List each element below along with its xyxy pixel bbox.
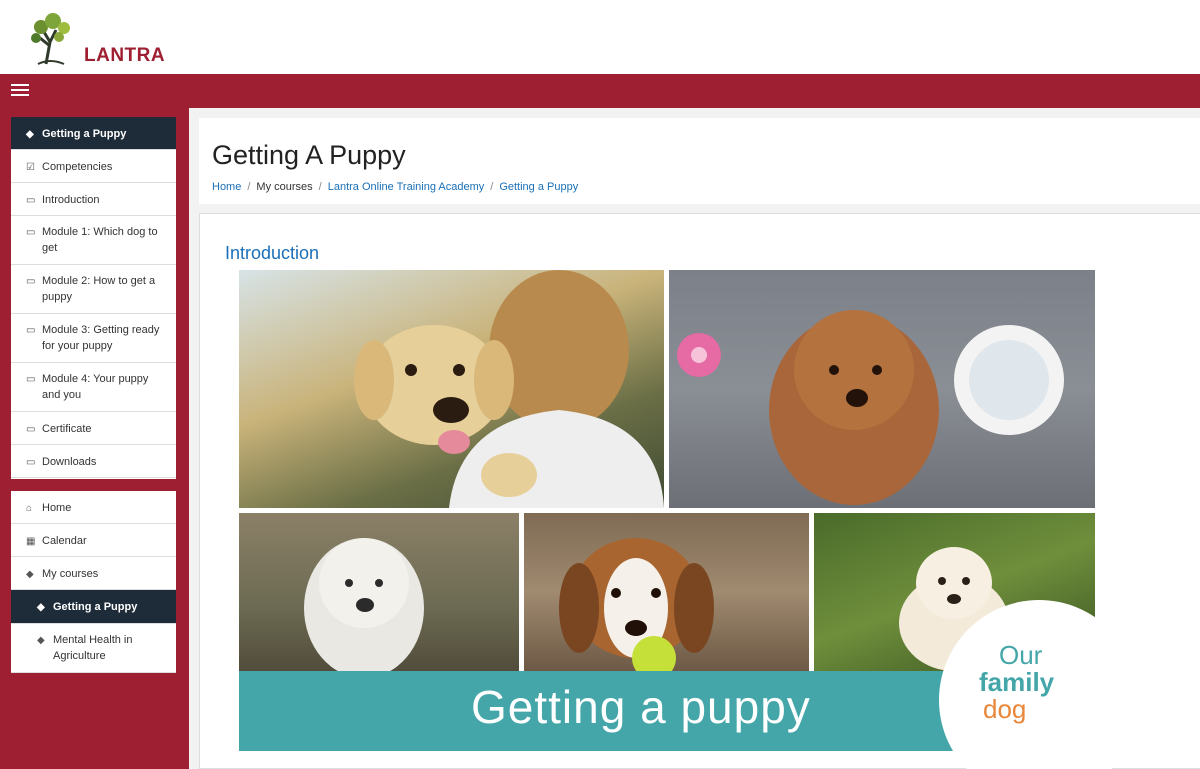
sidebar-item-calendar[interactable]: ▦ Calendar [11,524,176,557]
sidebar-item-label: My courses [42,568,99,580]
section-title: Introduction [225,243,320,263]
sidebar-item-my-courses[interactable]: ◆ My courses [11,557,176,590]
sidebar-item-label: Downloads [42,456,97,468]
calendar-icon: ▦ [26,536,36,547]
sidebar-item-label: Competencies [42,161,113,173]
sidebar-item-label: Getting a Puppy [53,601,138,613]
folder-icon: ▭ [26,457,36,468]
site-header: LANTRA [0,0,1200,74]
sidebar-item-label: Module 4: Your puppy and you [42,373,149,401]
course-navigation-block: ◆ Getting a Puppy ☑ Competencies ▭ Introducti… [11,117,176,479]
sidebar-item-competencies[interactable]: ☑ Competencies [11,150,176,183]
content-card: Introduction Getting a puppy Our family … [199,213,1200,769]
sidebar-item-introduction[interactable]: ▭ Introduction [11,183,176,216]
sidebar-item-downloads[interactable]: ▭ Downloads [11,445,176,478]
sidebar-item-label: Module 1: Which dog to get [42,226,158,254]
sidebar-item-label: Getting a Puppy [42,128,127,140]
folder-icon: ▭ [26,424,36,435]
folder-icon: ▭ [26,195,36,206]
folder-icon: ▭ [26,276,36,287]
folder-icon: ▭ [26,325,36,336]
sidebar-item-label: Certificate [42,423,92,435]
sidebar-item-module-1-which-dog-to-get[interactable]: ▭ Module 1: Which dog to get [11,216,176,265]
breadcrumb: Home / My courses / Lantra Online Traini… [212,181,578,193]
breadcrumb-course[interactable]: Getting a Puppy [499,181,578,193]
page-title: Getting A Puppy [212,140,406,170]
main-region: Getting A Puppy Home / My courses / Lant… [189,108,1200,769]
sidebar-item-home[interactable]: ⌂ Home [11,491,176,524]
breadcrumb-my-courses: My courses [256,181,313,193]
sidebar-item-label: Calendar [42,535,87,547]
site-navigation-block: ⌂ Home ▦ Calendar ◆ My courses ◆ Getting a Pupp… [11,491,176,673]
photo-beagle-puppy [524,513,809,671]
graduation-cap-icon: ◆ [37,635,45,646]
sidebar-item-module-4-your-puppy-and-you[interactable]: ▭ Module 4: Your puppy and you [11,363,176,412]
breadcrumb-separator: / [247,181,251,193]
folder-icon: ▭ [26,374,36,385]
sidebar-item-label: Home [42,502,72,514]
breadcrumb-home[interactable]: Home [212,181,241,193]
folder-icon: ▭ [26,227,36,238]
photo-brown-doodle [669,270,1095,508]
hamburger-icon[interactable] [11,81,31,101]
sidebar-item-certificate[interactable]: ▭ Certificate [11,412,176,445]
sidebar-item-module-3-getting-ready-for-your-puppy[interactable]: ▭ Module 3: Getting ready for your puppy [11,314,176,363]
sidebar-item-module-2-how-to-get-a-puppy[interactable]: ▭ Module 2: How to get a puppy [11,265,176,314]
photo-white-doodle [239,513,519,671]
sidebar-item-label: Module 3: Getting ready for your puppy [42,324,160,352]
graduation-cap-icon: ◆ [26,129,34,140]
tree-icon [31,13,70,65]
sidebar-item-mental-health-in-agriculture[interactable]: ◆ Mental Health in Agriculture [11,624,176,673]
sidebar: ◆ Getting a Puppy ☑ Competencies ▭ Introducti… [0,108,189,769]
sidebar-item-getting-a-puppy[interactable]: ◆ Getting a Puppy [11,117,176,150]
home-icon: ⌂ [26,503,33,514]
checkbox-icon: ☑ [26,162,35,173]
graduation-cap-icon: ◆ [26,569,34,580]
sidebar-item-label: Introduction [42,194,100,206]
photo-puppy-with-child [239,270,664,508]
sidebar-item-label: Mental Health in Agriculture [53,634,133,662]
sidebar-item-label: Module 2: How to get a puppy [42,275,156,303]
course-banner-image: Getting a puppy Our family dog [239,270,1139,769]
lantra-logo[interactable]: LANTRA [24,8,165,66]
top-navbar [0,74,1200,108]
logo-text: LANTRA [84,45,166,66]
breadcrumb-academy[interactable]: Lantra Online Training Academy [328,181,485,193]
page-header: Getting A Puppy Home / My courses / Lant… [199,118,1200,204]
breadcrumb-separator: / [490,181,494,193]
graduation-cap-icon: ◆ [37,602,45,613]
breadcrumb-separator: / [318,181,322,193]
sidebar-item-getting-a-puppy[interactable]: ◆ Getting a Puppy [11,590,176,624]
badge-text-dog: dog [983,694,1027,724]
banner-headline: Getting a puppy [471,681,811,733]
